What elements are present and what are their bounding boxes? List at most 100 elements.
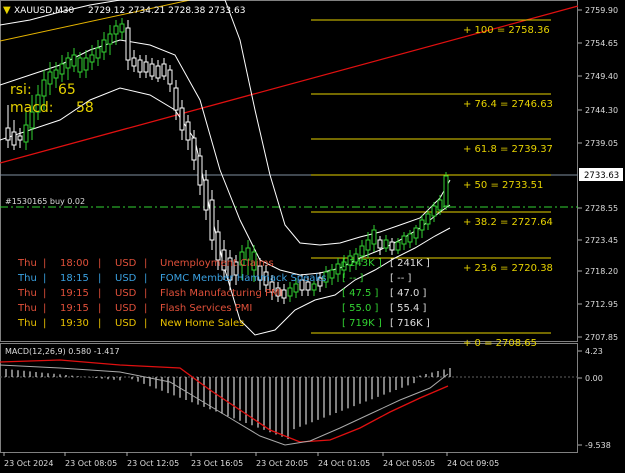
news-currency: USD xyxy=(115,318,137,329)
macd-panel-frame xyxy=(0,343,578,453)
candle-body xyxy=(389,241,395,251)
candle-body xyxy=(425,213,431,225)
news-time: 19:30 xyxy=(60,318,89,329)
fib-label: + 61.8 = 2739.37 xyxy=(463,144,553,155)
candle-body xyxy=(359,245,365,257)
candle-body xyxy=(113,25,119,35)
time-tick-label: 23 Oct 16:05 xyxy=(191,459,243,468)
candle-body xyxy=(173,87,179,111)
candle-body xyxy=(5,127,11,141)
price-tick-label: 2707.85 xyxy=(585,333,618,342)
candle-body xyxy=(209,199,215,241)
news-forecast: [ 47.0 ] xyxy=(390,288,427,299)
news-sep: | xyxy=(43,318,46,329)
news-table: Thu | 18:00 | USD | Unemployment Claims [ 243K … xyxy=(17,258,430,329)
news-day: Thu xyxy=(17,318,37,329)
candle-body xyxy=(11,131,17,146)
macd-tick-label: 0.00 xyxy=(585,374,603,383)
news-sep: | xyxy=(98,288,101,299)
news-time: 19:15 xyxy=(60,288,89,299)
time-tick-label: 23 Oct 2024 xyxy=(4,459,53,468)
current-price-label: 2733.63 xyxy=(584,171,619,181)
news-sep: | xyxy=(43,303,46,314)
news-sep: | xyxy=(98,303,101,314)
news-day: Thu xyxy=(17,288,37,299)
candle-body xyxy=(77,57,83,73)
time-tick-label: 24 Oct 09:05 xyxy=(447,459,499,468)
news-time: 18:15 xyxy=(60,273,89,284)
trading-chart[interactable]: + 100 = 2758.36 + 76.4 = 2746.63 + 61.8 = … xyxy=(0,0,625,473)
macd-overlay-value: 58 xyxy=(76,100,94,116)
news-actual: [ -- ] xyxy=(342,273,363,284)
trade-label[interactable]: #1530165 buy 0.02 xyxy=(5,197,85,206)
news-event: Unemployment Claims xyxy=(160,258,274,269)
candle-body xyxy=(413,227,419,239)
fib-label: + 100 = 2758.36 xyxy=(463,25,550,36)
news-event: Flash Manufacturing PMI xyxy=(160,288,283,299)
news-event: Flash Services PMI xyxy=(160,303,252,314)
bollinger-bands xyxy=(0,0,451,336)
macd-tick-label: 4.23 xyxy=(585,347,603,356)
fibonacci-levels: + 100 = 2758.36 + 76.4 = 2746.63 + 61.8 = … xyxy=(311,19,553,349)
macd-histogram xyxy=(0,359,451,446)
macd-label: MACD(12,26,9) 0.580 -1.417 xyxy=(5,347,120,356)
time-tick-label: 23 Oct 20:05 xyxy=(256,459,308,468)
candle-body xyxy=(395,241,401,251)
price-tick-label: 2744.30 xyxy=(585,106,618,115)
price-tick-label: 2739.05 xyxy=(585,139,618,148)
candle-body xyxy=(293,283,299,293)
candle-body xyxy=(41,79,47,97)
macd-axis: 4.23 0.00 -9.538 xyxy=(578,347,611,450)
price-tick-label: 2728.55 xyxy=(585,204,618,213)
news-sep: | xyxy=(43,273,46,284)
price-tick-label: 2759.90 xyxy=(585,6,618,15)
candle-body xyxy=(137,59,143,73)
candle-body xyxy=(185,121,191,141)
price-tick-label: 2754.65 xyxy=(585,39,618,48)
macd-overlay-label: macd: xyxy=(10,100,54,116)
candle-body xyxy=(65,57,71,69)
candle-body xyxy=(53,69,59,79)
news-sep: | xyxy=(144,318,147,329)
news-sep: | xyxy=(98,258,101,269)
upper-band xyxy=(0,0,451,246)
candle-body xyxy=(197,155,203,186)
candle-body xyxy=(89,54,95,63)
news-day: Thu xyxy=(17,258,37,269)
candle-body xyxy=(107,33,113,45)
candle-body xyxy=(179,107,185,131)
candle-body xyxy=(71,54,77,67)
candle-body xyxy=(419,219,425,231)
candle-body xyxy=(287,287,293,297)
candle-body xyxy=(149,63,155,77)
candle-body xyxy=(17,135,23,141)
news-time: 18:00 xyxy=(60,258,89,269)
fib-label: + 23.6 = 2720.38 xyxy=(463,263,553,274)
time-tick-label: 23 Oct 08:05 xyxy=(65,459,117,468)
candle-body xyxy=(155,65,161,79)
news-sep: | xyxy=(98,273,101,284)
news-currency: USD xyxy=(115,303,137,314)
candle-body xyxy=(281,289,287,299)
news-event: New Home Sales xyxy=(160,318,244,329)
candle-body xyxy=(125,27,131,61)
news-actual: [ 55.0 ] xyxy=(342,303,379,314)
fib-label: + 76.4 = 2746.63 xyxy=(463,99,553,110)
candle-body xyxy=(437,199,443,211)
candle-body xyxy=(83,57,89,71)
candle-body xyxy=(329,269,335,279)
news-day: Thu xyxy=(17,303,37,314)
candle-body xyxy=(161,63,167,77)
price-tick-label: 2723.45 xyxy=(585,236,618,245)
news-forecast: [ -- ] xyxy=(390,273,411,284)
candle-body xyxy=(335,263,341,275)
news-currency: USD xyxy=(115,258,137,269)
symbol-label: XAUUSD,M30 xyxy=(14,6,74,16)
news-currency: USD xyxy=(115,273,137,284)
news-event: FOMC Member Hammack Speaks xyxy=(160,273,326,284)
macd-signal-line xyxy=(0,359,449,443)
candle-body xyxy=(191,137,197,161)
time-tick-label: 24 Oct 05:05 xyxy=(383,459,435,468)
ohlc-label: 2729.12 2734.21 2728.38 2733.63 xyxy=(88,6,245,16)
price-tick-label: 2718.20 xyxy=(585,267,618,276)
